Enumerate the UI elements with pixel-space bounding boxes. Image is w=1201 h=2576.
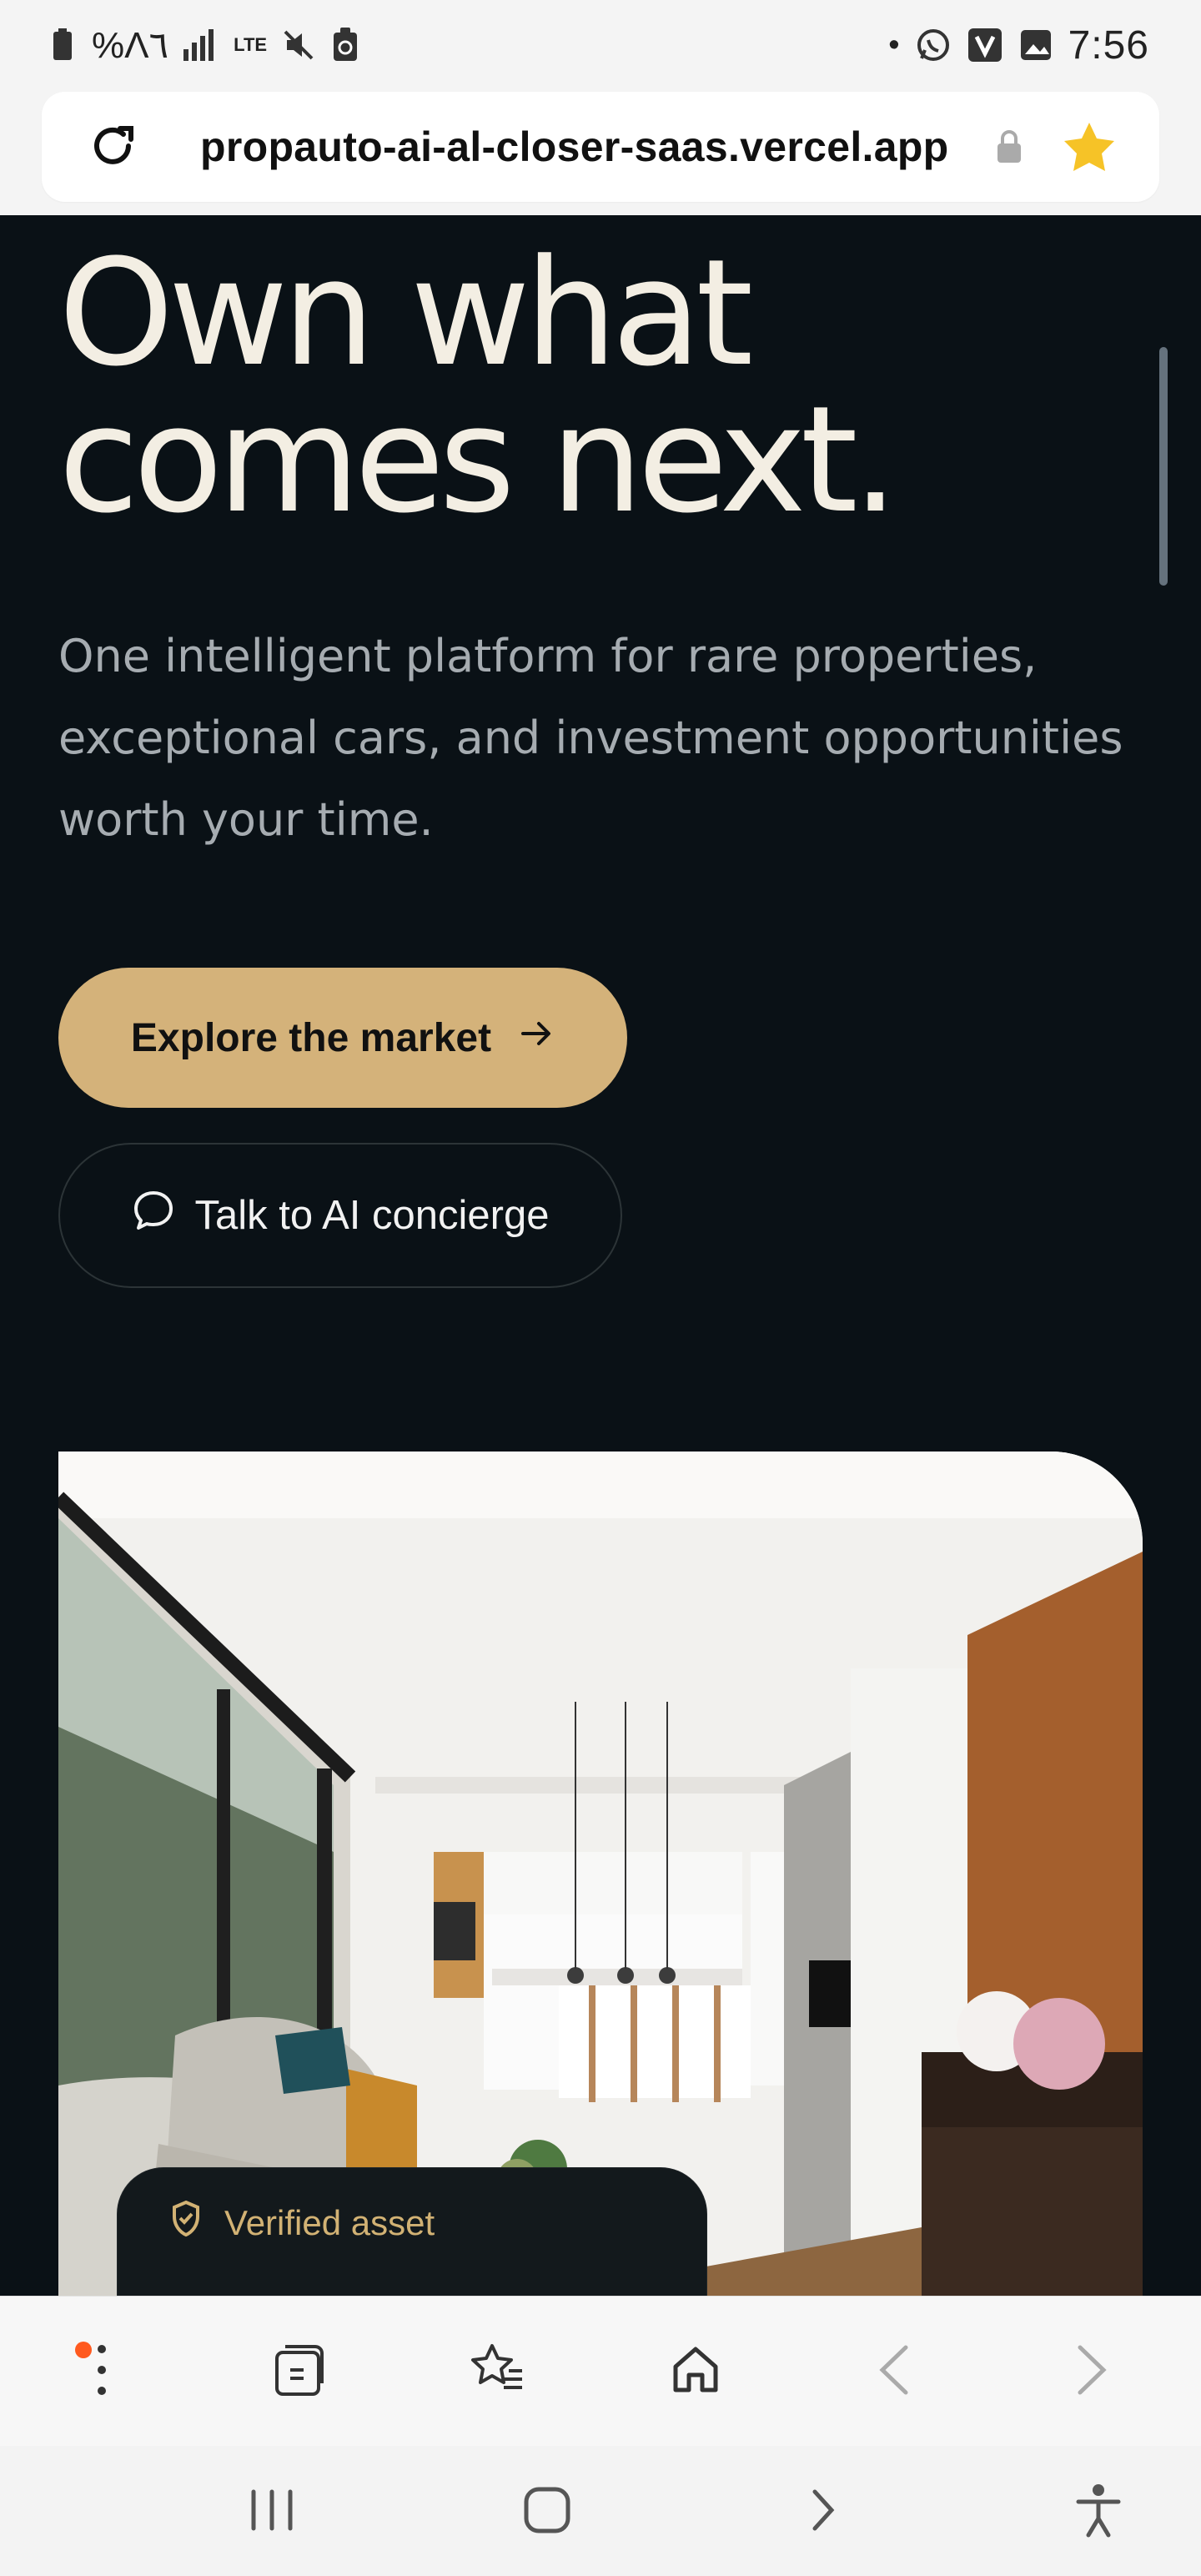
lock-icon[interactable]	[991, 129, 1028, 164]
vivaldi-icon	[967, 28, 1003, 63]
tabs-button[interactable]	[261, 2333, 338, 2410]
chat-bubble-icon	[132, 1189, 175, 1242]
battery-icon	[48, 28, 77, 63]
signal-icon	[183, 28, 219, 63]
notification-dot	[75, 2341, 92, 2358]
mute-icon	[282, 28, 315, 63]
home-icon	[668, 2342, 723, 2400]
status-right-group: • 7:56	[888, 23, 1149, 68]
back-system-icon	[807, 2485, 840, 2538]
tabs-icon	[270, 2341, 329, 2402]
forward-arrow-icon	[1072, 2341, 1112, 2402]
page-scrollbar[interactable]	[1159, 347, 1168, 586]
status-left-group: %Λ٦ LTE	[48, 24, 360, 67]
bookmarks-button[interactable]	[460, 2333, 536, 2410]
status-time: 7:56	[1068, 23, 1149, 68]
bookmarks-icon	[469, 2341, 527, 2402]
verified-asset-badge: Verified asset	[117, 2167, 707, 2296]
back-arrow-icon	[874, 2341, 914, 2402]
explore-market-label: Explore the market	[130, 1015, 492, 1060]
page-content[interactable]: Own what comes next. One intelligent pla…	[0, 215, 1201, 2296]
home-system-button[interactable]	[507, 2471, 587, 2551]
verified-asset-label: Verified asset	[224, 2203, 435, 2242]
android-system-nav[interactable]	[0, 2446, 1201, 2576]
hero-title-line-1: Own what	[58, 228, 753, 399]
lte-label: LTE	[234, 34, 268, 55]
accessibility-button[interactable]	[1058, 2471, 1138, 2551]
back-button[interactable]	[856, 2333, 932, 2410]
status-bar: %Λ٦ LTE • 7:56	[0, 0, 1201, 90]
image-icon	[1018, 28, 1053, 63]
ai-concierge-button[interactable]: Talk to AI concierge	[58, 1143, 622, 1288]
notification-dot-icon: •	[888, 27, 900, 63]
back-system-button[interactable]	[783, 2471, 863, 2551]
star-icon[interactable]	[1061, 120, 1118, 174]
browser-address-bar[interactable]: propauto-ai-al-closer-saas.vercel.app	[42, 92, 1159, 202]
browser-bottom-nav[interactable]	[0, 2296, 1201, 2446]
lte-icon: LTE	[234, 28, 267, 63]
forward-button[interactable]	[1053, 2333, 1130, 2410]
battery-text: %Λ٦	[92, 24, 169, 66]
home-button[interactable]	[657, 2333, 734, 2410]
ai-concierge-label: Talk to AI concierge	[194, 1193, 550, 1238]
more-menu-button[interactable]	[63, 2333, 140, 2410]
shield-check-icon	[169, 2200, 203, 2246]
recycle-icon	[330, 28, 360, 63]
recent-apps-icon	[247, 2485, 297, 2538]
explore-market-button[interactable]: Explore the market	[58, 968, 627, 1108]
whatsapp-icon	[915, 28, 952, 63]
recent-apps-button[interactable]	[232, 2471, 312, 2551]
reload-icon[interactable]	[83, 118, 142, 176]
url-text[interactable]: propauto-ai-al-closer-saas.vercel.app	[200, 123, 991, 171]
hero-title-line-2: comes next.	[58, 375, 899, 546]
more-menu-icon	[95, 2342, 108, 2400]
accessibility-icon	[1073, 2482, 1123, 2541]
hero-subtitle: One intelligent platform for rare proper…	[58, 630, 1123, 846]
home-system-icon	[521, 2484, 573, 2538]
arrow-right-icon	[520, 1015, 555, 1061]
hero-title: Own what comes next.	[58, 240, 1059, 534]
